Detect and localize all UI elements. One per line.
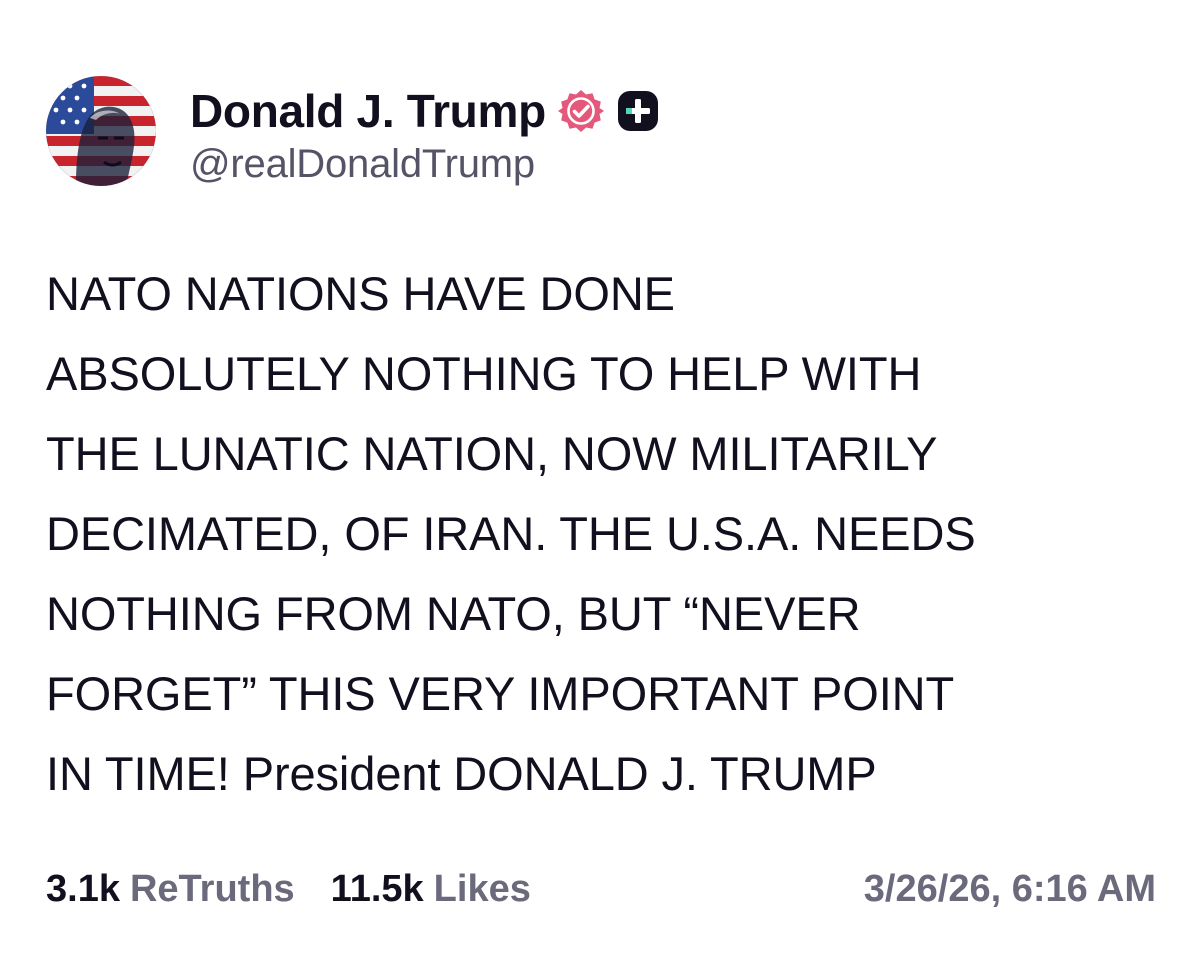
truth-plus-badge-icon <box>616 89 660 133</box>
post-body-text: NATO NATIONS HAVE DONE ABSOLUTELY NOTHIN… <box>46 267 976 800</box>
name-row: Donald J. Trump <box>190 82 660 140</box>
likes-label: Likes <box>433 867 531 910</box>
likes-count: 11.5k <box>330 867 424 910</box>
verified-badge-icon <box>557 88 604 134</box>
author-display-name[interactable]: Donald J. Trump <box>190 84 546 138</box>
author-handle[interactable]: @realDonaldTrump <box>190 142 660 187</box>
post-stats-bar: 3.1k ReTruths 11.5k Likes 3/26/26, 6:16 … <box>46 864 1156 914</box>
retruths-count: 3.1k <box>46 867 120 910</box>
author-identity: Donald J. Trump @realDonaldTrump <box>190 76 660 187</box>
post-timestamp: 3/26/26, 6:16 AM <box>863 867 1156 910</box>
retruths-label: ReTruths <box>129 867 295 910</box>
post-header: Donald J. Trump @realDonaldTrump <box>46 76 660 188</box>
avatar-image <box>46 76 156 186</box>
truth-post: Donald J. Trump @realDonaldTrump NATO NA… <box>0 0 1200 963</box>
likes-stat[interactable]: 11.5k Likes <box>331 868 531 911</box>
retruths-stat[interactable]: 3.1k ReTruths <box>46 868 295 911</box>
avatar[interactable] <box>46 76 156 186</box>
